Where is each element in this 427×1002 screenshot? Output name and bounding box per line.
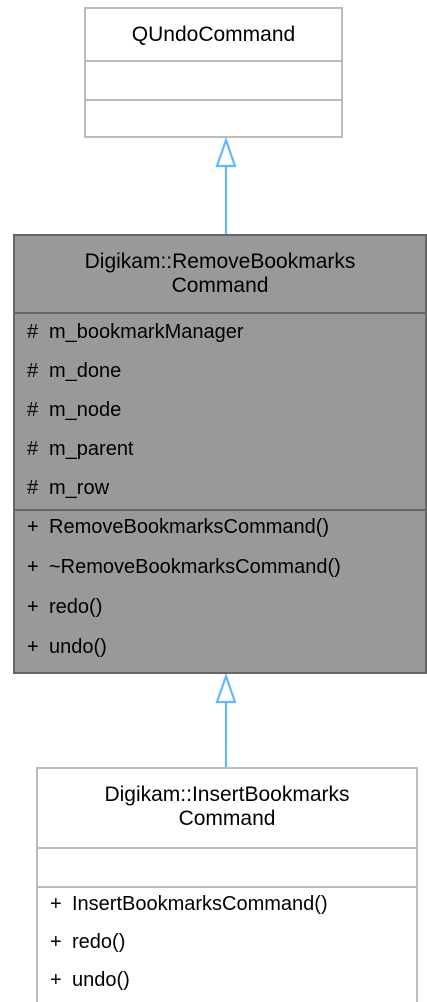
class-name: Digikam::InsertBookmarks Command	[38, 769, 416, 849]
method-row: + redo()	[15, 591, 425, 631]
attributes-section	[38, 849, 416, 888]
method-name: undo()	[49, 636, 107, 658]
attributes-section: # m_bookmarkManager # m_done # m_node # m_pa…	[15, 314, 425, 511]
method-row: + undo()	[15, 631, 425, 671]
method-row: + redo()	[38, 926, 416, 964]
method-row: + RemoveBookmarksCommand()	[15, 511, 425, 551]
method-row: + InsertBookmarksCommand()	[38, 888, 416, 926]
attribute-row: # m_parent	[15, 433, 425, 472]
visibility-symbol: #	[27, 399, 39, 421]
visibility-symbol: +	[50, 969, 62, 991]
visibility-symbol: +	[27, 516, 39, 538]
class-box-removebookmarkscommand[interactable]: Digikam::RemoveBookmarks Command # m_book…	[13, 234, 427, 674]
attribute-row: # m_node	[15, 394, 425, 433]
methods-section: + RemoveBookmarksCommand() + ~RemoveBookma…	[15, 511, 425, 671]
class-name-line1: Digikam::RemoveBookmarks	[84, 250, 356, 273]
arrow-derived-to-main	[215, 672, 237, 767]
attribute-name: m_bookmarkManager	[49, 321, 244, 343]
attribute-name: m_row	[49, 477, 110, 499]
visibility-symbol: +	[27, 636, 39, 658]
method-row: + ~RemoveBookmarksCommand()	[15, 551, 425, 591]
visibility-symbol: #	[27, 477, 39, 499]
visibility-symbol: +	[27, 596, 39, 618]
method-row: + undo()	[38, 964, 416, 1002]
methods-section: + InsertBookmarksCommand() + redo() + undo(…	[38, 888, 416, 1002]
method-name: RemoveBookmarksCommand()	[49, 516, 330, 538]
method-name: ~RemoveBookmarksCommand()	[49, 556, 341, 578]
visibility-symbol: +	[27, 556, 39, 578]
visibility-symbol: #	[27, 438, 39, 460]
class-box-insertbookmarkscommand[interactable]: Digikam::InsertBookmarks Command + Insert…	[36, 767, 418, 1002]
method-name: redo()	[49, 596, 103, 618]
visibility-symbol: +	[50, 893, 62, 915]
visibility-symbol: #	[27, 321, 39, 343]
class-name-line2: Command	[178, 807, 276, 830]
visibility-symbol: #	[27, 360, 39, 382]
attribute-name: m_parent	[49, 438, 134, 460]
class-name-line1: Digikam::InsertBookmarks	[104, 783, 350, 806]
method-name: redo()	[72, 931, 126, 953]
attributes-section	[86, 62, 341, 101]
methods-section	[86, 101, 341, 136]
class-name-line2: Command	[171, 274, 269, 297]
attribute-row: # m_done	[15, 355, 425, 394]
attribute-name: m_done	[49, 360, 122, 382]
attribute-row: # m_bookmarkManager	[15, 316, 425, 355]
attribute-row: # m_row	[15, 472, 425, 511]
attribute-name: m_node	[49, 399, 122, 421]
class-box-qundocommand[interactable]: QUndoCommand	[84, 7, 343, 138]
method-name: InsertBookmarksCommand()	[72, 893, 328, 915]
arrow-main-to-base	[215, 136, 237, 234]
method-name: undo()	[72, 969, 130, 991]
visibility-symbol: +	[50, 931, 62, 953]
class-name: QUndoCommand	[86, 9, 341, 62]
class-name: Digikam::RemoveBookmarks Command	[15, 236, 425, 314]
